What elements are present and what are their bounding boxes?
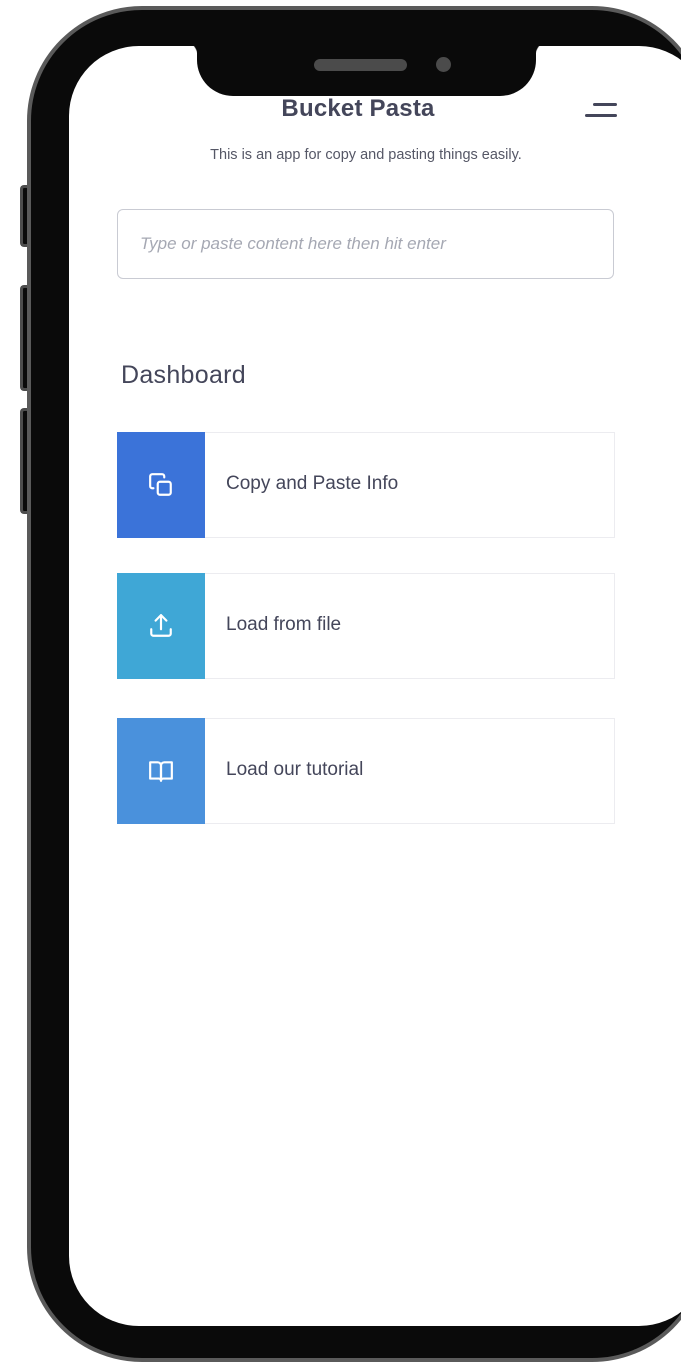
front-camera	[436, 57, 451, 72]
notch-corner-right	[535, 40, 551, 56]
book-icon-box	[117, 718, 205, 824]
upload-icon	[150, 614, 172, 637]
load-our-tutorial-card[interactable]: Load our tutorial	[117, 718, 615, 824]
card-label-load-from-file: Load from file	[226, 614, 342, 635]
card-label-load-our-tutorial: Load our tutorial	[226, 759, 364, 780]
notch-corner-left	[182, 40, 198, 56]
paste-input-container	[117, 209, 614, 279]
dashboard-title: Dashboard	[121, 361, 247, 389]
copy-icon-box	[117, 432, 205, 538]
hamburger-menu-icon[interactable]	[583, 101, 617, 121]
copy-icon	[149, 473, 172, 496]
app-title: Bucket Pasta	[281, 95, 435, 122]
upload-icon-box	[117, 573, 205, 679]
book-icon	[149, 761, 173, 782]
speaker-grille	[314, 59, 407, 71]
card-label-copy-and-paste: Copy and Paste Info	[226, 473, 399, 494]
paste-input[interactable]	[118, 210, 613, 278]
app-subtitle: This is an app for copy and pasting thin…	[210, 147, 522, 163]
load-from-file-card[interactable]: Load from file	[117, 573, 615, 679]
copy-and-paste-info-card[interactable]: Copy and Paste Info	[117, 432, 615, 538]
